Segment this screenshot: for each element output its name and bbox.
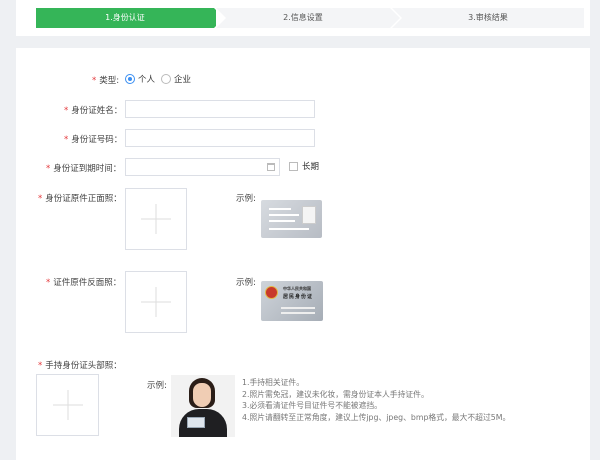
id-expiry-date-picker[interactable] xyxy=(125,158,280,176)
radio-enterprise-label[interactable]: 企业 xyxy=(174,73,191,85)
id-name-input[interactable] xyxy=(125,100,315,118)
id-number-input[interactable] xyxy=(125,129,315,147)
radio-enterprise[interactable] xyxy=(161,74,172,84)
tip-line: 4.照片请翻转至正常角度，建议上传jpg、jpeg、bmp格式，最大不超过5M。 xyxy=(242,412,511,422)
id-back-sample-line1: 中华人民共和国 xyxy=(283,286,311,291)
progress-steps: 1.身份认证 2.信息设置 3.审核结果 xyxy=(36,8,584,28)
id-back-upload[interactable] xyxy=(125,271,187,333)
id-number-label: * 身份证号码： xyxy=(64,135,123,145)
type-label: * 类型: xyxy=(92,76,120,86)
stepper-card: 1.身份认证 2.信息设置 3.审核结果 xyxy=(16,0,590,36)
id-back-sample-image: 中华人民共和国 居民身份证 xyxy=(261,281,323,321)
long-term-checkbox[interactable] xyxy=(289,161,298,171)
id-name-label: * 身份证姓名： xyxy=(64,106,123,116)
id-handheld-sample-label: 示例: xyxy=(147,381,167,391)
id-expiry-label: * 身份证到期时间： xyxy=(46,164,122,174)
id-handheld-label: * 手持身份证头部照： xyxy=(38,361,122,371)
long-term-option[interactable]: 长期 xyxy=(289,160,319,172)
radio-personal[interactable] xyxy=(125,74,135,84)
id-front-label: * 身份证原件正面照： xyxy=(38,194,122,204)
id-front-sample-image xyxy=(261,200,322,238)
id-front-sample-label: 示例: xyxy=(236,194,256,204)
calendar-icon[interactable] xyxy=(267,163,275,171)
step-identity-verification: 1.身份认证 xyxy=(36,8,224,28)
type-radio-group: 个人 企业 xyxy=(125,73,197,85)
upload-tips: 1.手持相关证件。 2.照片需免冠，建议未化妆，需身份证本人手持证件。 3.必须… xyxy=(242,377,510,423)
tip-line: 2.照片需免冠，建议未化妆，需身份证本人手持证件。 xyxy=(242,389,429,399)
step-info-settings: 2.信息设置 xyxy=(216,8,400,28)
handheld-sample-photo xyxy=(171,375,235,437)
radio-personal-label[interactable]: 个人 xyxy=(138,73,155,85)
step-review-result: 3.审核结果 xyxy=(392,8,584,28)
id-back-sample-label: 示例: xyxy=(236,278,256,288)
tip-line: 3.必须看清证件号目证件号不能被遮挡。 xyxy=(242,401,382,410)
id-front-upload[interactable] xyxy=(125,188,187,250)
id-back-sample-line2: 居民身份证 xyxy=(283,294,314,300)
long-term-label[interactable]: 长期 xyxy=(302,160,319,172)
identity-form: * 类型: 个人 企业 * 身份证姓名： * 身份证号码： * 身份证到期时间： 长期 … xyxy=(16,48,590,460)
id-handheld-upload[interactable] xyxy=(36,374,99,436)
national-emblem-icon xyxy=(265,286,278,299)
id-back-label: * 证件原件反面照： xyxy=(46,278,122,288)
tip-line: 1.手持相关证件。 xyxy=(242,378,305,387)
